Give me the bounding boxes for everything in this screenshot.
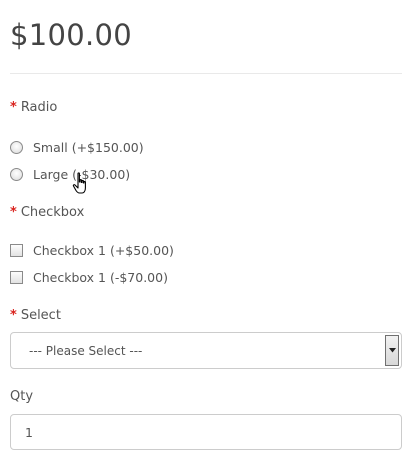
product-price: $100.00 (10, 18, 133, 52)
divider (10, 73, 402, 74)
checkbox-2[interactable] (10, 271, 23, 284)
radio-button-large[interactable] (10, 168, 23, 181)
checkbox-option-label: Checkbox 1 (-$70.00) (33, 270, 168, 285)
radio-option-large[interactable]: Large (-$30.00) (10, 167, 130, 182)
radio-option-small[interactable]: Small (+$150.00) (10, 140, 144, 155)
checkbox-group-title: Checkbox (20, 205, 85, 220)
checkbox-option-1[interactable]: Checkbox 1 (+$50.00) (10, 243, 174, 258)
radio-group-label: * Radio (10, 100, 57, 115)
required-mark: * (10, 205, 17, 220)
option-select[interactable]: --- Please Select --- (10, 332, 402, 369)
qty-label: Qty (10, 389, 34, 404)
radio-group-title: Radio (20, 100, 58, 115)
checkbox-option-2[interactable]: Checkbox 1 (-$70.00) (10, 270, 168, 285)
chevron-down-icon (388, 348, 396, 353)
radio-option-label: Large (-$30.00) (33, 167, 131, 182)
required-mark: * (10, 100, 17, 115)
radio-option-label: Small (+$150.00) (33, 140, 144, 155)
checkbox-1[interactable] (10, 244, 23, 257)
select-group-title: Select (20, 308, 61, 323)
checkbox-option-label: Checkbox 1 (+$50.00) (33, 243, 174, 258)
checkbox-group-label: * Checkbox (10, 205, 84, 220)
qty-input[interactable] (10, 414, 402, 450)
required-mark: * (10, 308, 17, 323)
radio-button-small[interactable] (10, 141, 23, 154)
select-group-label: * Select (10, 308, 61, 323)
select-value: --- Please Select --- (29, 344, 143, 358)
select-dropdown-button[interactable] (385, 335, 399, 366)
